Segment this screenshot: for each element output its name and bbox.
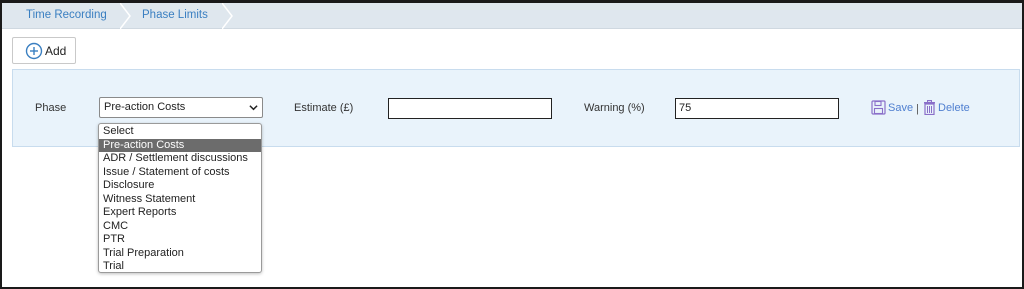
warning-input[interactable]: 75 — [675, 98, 839, 119]
save-label: Save — [888, 101, 914, 114]
phase-select-value: Pre-action Costs — [104, 101, 186, 113]
save-icon — [871, 100, 886, 115]
add-button-label: Add — [45, 43, 67, 58]
add-button[interactable]: Add — [12, 37, 76, 64]
delete-button[interactable]: Delete — [923, 100, 970, 115]
phase-option[interactable]: PTR — [99, 233, 261, 247]
phase-option[interactable]: Trial — [99, 260, 261, 272]
phase-option[interactable]: Expert Reports — [99, 206, 261, 220]
breadcrumb-time-recording[interactable]: Time Recording — [2, 3, 120, 29]
phase-dropdown-list: Select Pre-action Costs ADR / Settlement… — [98, 123, 262, 273]
app-frame: Time Recording Phase Limits Add Phase Pr… — [0, 0, 1024, 289]
phase-option[interactable]: Disclosure — [99, 179, 261, 193]
estimate-label: Estimate (£) — [294, 102, 354, 114]
save-button[interactable]: Save — [871, 100, 913, 115]
action-separator: | — [916, 103, 919, 115]
phase-option[interactable]: CMC — [99, 220, 261, 234]
breadcrumb: Time Recording Phase Limits — [2, 3, 1022, 29]
phase-option[interactable]: Issue / Statement of costs — [99, 166, 261, 180]
phase-select[interactable]: Pre-action Costs — [99, 97, 263, 118]
chevron-down-icon — [249, 105, 258, 111]
warning-label: Warning (%) — [584, 102, 645, 114]
phase-option-selected[interactable]: Pre-action Costs — [99, 138, 261, 152]
phase-option[interactable]: Witness Statement — [99, 193, 261, 207]
estimate-input[interactable] — [388, 98, 552, 119]
breadcrumb-chevron-icon — [222, 3, 233, 29]
phase-label: Phase — [35, 102, 67, 114]
plus-circle-icon — [25, 42, 43, 59]
phase-option[interactable]: ADR / Settlement discussions — [99, 152, 261, 166]
breadcrumb-phase-limits[interactable]: Phase Limits — [124, 3, 224, 29]
trash-icon — [924, 100, 935, 115]
phase-option[interactable]: Trial Preparation — [99, 247, 261, 261]
delete-label: Delete — [938, 101, 970, 114]
phase-option[interactable]: Select — [99, 125, 261, 139]
